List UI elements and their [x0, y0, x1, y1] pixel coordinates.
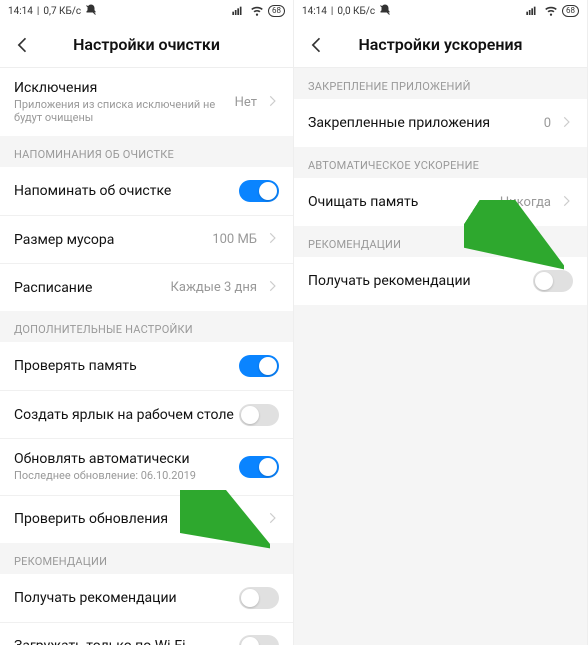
get-recs-toggle[interactable]	[533, 270, 573, 292]
signal-icon	[232, 5, 246, 18]
section-recs: РЕКОМЕНДАЦИИ	[294, 226, 587, 257]
schedule-label: Расписание	[14, 280, 92, 296]
dnd-icon	[85, 4, 97, 19]
header: Настройки очистки	[0, 22, 293, 68]
check-memory-toggle[interactable]	[239, 355, 279, 377]
exclusions-value: Нет	[235, 95, 257, 110]
status-speed: 0,0 КБ/с	[337, 6, 375, 17]
wifi-only-toggle[interactable]	[239, 635, 279, 645]
exclusions-row[interactable]: Исключения Приложения из списка исключен…	[0, 68, 293, 136]
back-button[interactable]	[8, 35, 38, 55]
auto-update-sub: Последнее обновление: 06.10.2019	[14, 469, 239, 482]
wifi-only-label: Загружать только по Wi-Fi	[14, 638, 186, 645]
status-bar: 14:14 | 0,7 КБ/с 68	[0, 0, 293, 22]
section-additional: ДОПОЛНИТЕЛЬНЫЕ НАСТРОЙКИ	[0, 311, 293, 342]
remind-toggle[interactable]	[239, 180, 279, 202]
shortcut-toggle[interactable]	[239, 404, 279, 426]
chevron-right-icon	[559, 193, 573, 212]
clear-memory-row[interactable]: Очищать память Никогда	[294, 178, 587, 226]
get-recs-label: Получать рекомендации	[308, 273, 471, 289]
pinned-apps-label: Закрепленные приложения	[308, 115, 490, 131]
auto-update-label: Обновлять автоматически	[14, 451, 239, 467]
page-title: Настройки очистки	[38, 35, 285, 54]
get-recs-toggle[interactable]	[239, 587, 279, 609]
shortcut-label: Создать ярлык на рабочем столе	[14, 407, 234, 423]
chevron-right-icon	[265, 93, 279, 112]
check-updates-row[interactable]: Проверить обновления	[0, 495, 293, 543]
section-reminders: НАПОМИНАНИЯ ОБ ОЧИСТКЕ	[0, 136, 293, 167]
chevron-right-icon	[559, 114, 573, 133]
wifi-only-row[interactable]: Загружать только по Wi-Fi	[0, 622, 293, 645]
get-recs-row[interactable]: Получать рекомендации	[0, 574, 293, 622]
back-button[interactable]	[302, 35, 332, 55]
chevron-right-icon	[265, 510, 279, 529]
wifi-icon	[250, 3, 264, 20]
content-scroll[interactable]: ЗАКРЕПЛЕНИЕ ПРИЛОЖЕНИЙ Закрепленные прил…	[294, 68, 587, 645]
content-scroll[interactable]: Исключения Приложения из списка исключен…	[0, 68, 293, 645]
pinned-apps-value: 0	[544, 116, 551, 131]
chevron-right-icon	[265, 278, 279, 297]
schedule-value: Каждые 3 дня	[171, 280, 257, 295]
get-recs-row[interactable]: Получать рекомендации	[294, 257, 587, 305]
trash-size-label: Размер мусора	[14, 232, 114, 248]
chevron-right-icon	[265, 230, 279, 249]
wifi-icon	[544, 3, 558, 20]
section-auto: АВТОМАТИЧЕСКОЕ УСКОРЕНИЕ	[294, 147, 587, 178]
auto-update-row[interactable]: Обновлять автоматически Последнее обновл…	[0, 438, 293, 494]
exclusions-sub: Приложения из списка исключений не будут…	[14, 98, 235, 124]
pinned-apps-row[interactable]: Закрепленные приложения 0	[294, 99, 587, 147]
battery-icon: 68	[268, 5, 285, 17]
signal-icon	[526, 5, 540, 18]
section-recs: РЕКОМЕНДАЦИИ	[0, 543, 293, 574]
shortcut-row[interactable]: Создать ярлык на рабочем столе	[0, 390, 293, 438]
auto-update-toggle[interactable]	[239, 456, 279, 478]
schedule-row[interactable]: Расписание Каждые 3 дня	[0, 263, 293, 311]
trash-size-value: 100 МБ	[212, 232, 257, 247]
status-speed: 0,7 КБ/с	[43, 6, 81, 17]
phone-left: 14:14 | 0,7 КБ/с 68 Настройки очистки Ис…	[0, 0, 294, 645]
get-recs-label: Получать рекомендации	[14, 590, 177, 606]
status-time: 14:14	[302, 6, 327, 17]
check-memory-row[interactable]: Проверять память	[0, 342, 293, 390]
clear-memory-value: Никогда	[500, 195, 551, 210]
check-updates-label: Проверить обновления	[14, 511, 168, 527]
header: Настройки ускорения	[294, 22, 587, 68]
trash-size-row[interactable]: Размер мусора 100 МБ	[0, 215, 293, 263]
battery-icon: 68	[562, 5, 579, 17]
section-pinned: ЗАКРЕПЛЕНИЕ ПРИЛОЖЕНИЙ	[294, 68, 587, 99]
phone-right: 14:14 | 0,0 КБ/с 68 Настройки ускорения …	[294, 0, 588, 645]
remind-row[interactable]: Напоминать об очистке	[0, 167, 293, 215]
check-memory-label: Проверять память	[14, 358, 137, 374]
page-title: Настройки ускорения	[332, 35, 579, 54]
exclusions-label: Исключения	[14, 80, 235, 96]
status-bar: 14:14 | 0,0 КБ/с 68	[294, 0, 587, 22]
dnd-icon	[379, 4, 391, 19]
status-time: 14:14	[8, 6, 33, 17]
remind-label: Напоминать об очистке	[14, 183, 171, 199]
clear-memory-label: Очищать память	[308, 194, 418, 210]
